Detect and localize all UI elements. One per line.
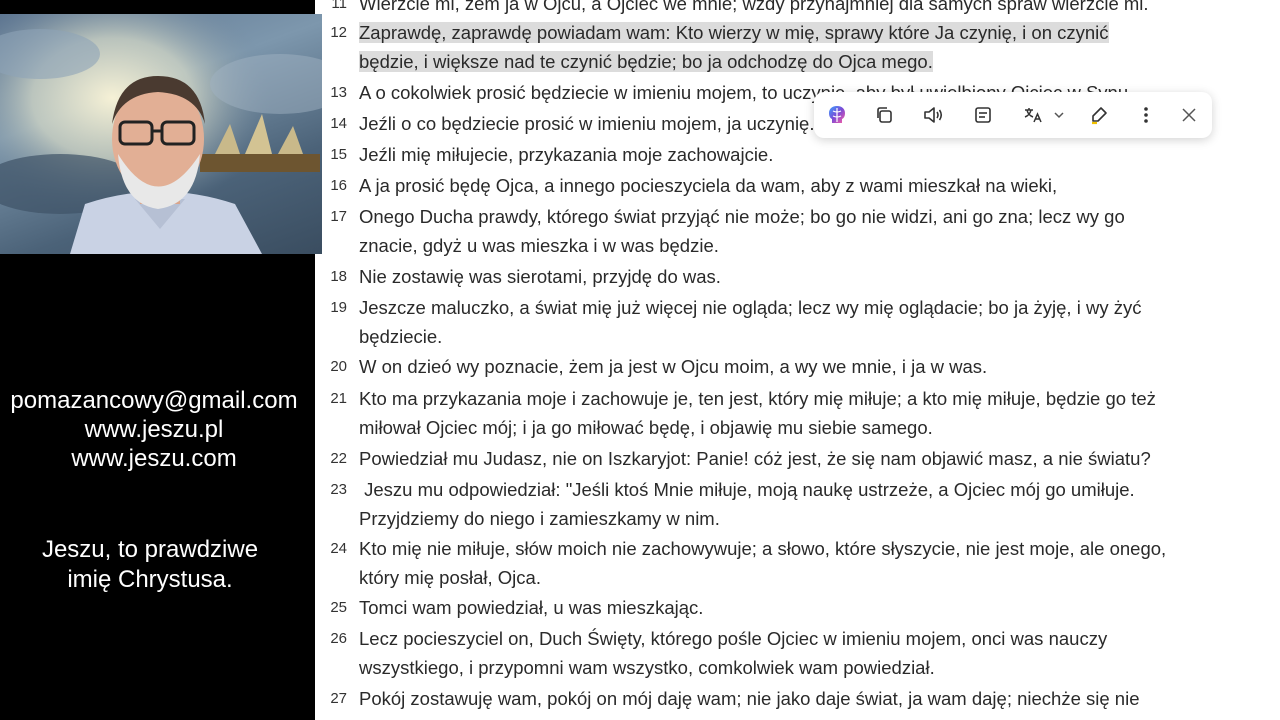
website-pl-text: www.jeszu.pl	[84, 416, 224, 443]
verse-number: 20	[330, 358, 347, 375]
close-icon[interactable]	[1177, 103, 1201, 127]
verse-text: Nie zostawię was sierotami, przyjdę do w…	[359, 266, 721, 287]
highlight-icon[interactable]	[1087, 103, 1111, 127]
verse-text: Onego Ducha prawdy, którego świat przyją…	[359, 206, 1125, 256]
verse-number: 11	[331, 0, 347, 12]
verse-number: 21	[330, 390, 347, 407]
presenter-image	[0, 14, 322, 254]
verse-text: Wierzcie mi, żem ja w Ojcu, a Ojciec we …	[359, 0, 1149, 14]
tagline-line-2: imię Chrystusa.	[67, 566, 233, 593]
verse-text: A ja prosić będę Ojca, a innego pocieszy…	[359, 175, 1058, 196]
verse-text: Kto ma przykazania moje i zachowuje je, …	[359, 388, 1156, 438]
verse-number: 17	[330, 208, 347, 225]
verse-text: Jeszcze maluczko, a świat mię już więcej…	[359, 297, 1142, 347]
verse-text: W on dzieó wy poznacie, żem ja jest w Oj…	[359, 356, 988, 377]
verse-number: 27	[330, 690, 347, 707]
verse-number: 22	[330, 450, 347, 467]
verse-number: 15	[330, 146, 347, 163]
chevron-down-icon[interactable]	[1051, 103, 1067, 127]
verse-text: Lecz pocieszyciel on, Duch Święty, które…	[359, 628, 1108, 678]
verse-text: Jeźli mię miłujecie, przykazania moje za…	[359, 144, 774, 165]
verse-number: 13	[330, 84, 347, 101]
verse-number: 12	[330, 24, 347, 41]
verse-number: 18	[330, 268, 347, 285]
verse-text: Kto mię nie miłuje, słów moich nie zacho…	[359, 538, 1167, 588]
verse-number: 14	[330, 115, 347, 132]
webcam-video	[0, 14, 322, 254]
summarize-icon[interactable]	[971, 103, 995, 127]
verse-number: 24	[330, 540, 347, 557]
tagline: Jeszu, to prawdziwe imię Chrystusa.	[0, 535, 300, 595]
email-text: pomazancowy@gmail.com	[10, 387, 298, 414]
verse-number: 26	[330, 630, 347, 647]
read-aloud-icon[interactable]	[921, 103, 945, 127]
selection-toolbar	[814, 92, 1212, 138]
verse-text: Powiedział mu Judasz, nie on Iszkaryjot:…	[359, 448, 1151, 469]
verse-text: Tomci wam powiedział, u was mieszkając.	[359, 597, 704, 618]
translate-icon[interactable]	[1021, 103, 1045, 127]
verse-number: 19	[330, 299, 347, 316]
more-icon[interactable]	[1134, 103, 1158, 127]
contact-info: pomazancowy@gmail.com www.jeszu.pl www.j…	[0, 386, 308, 473]
tagline-line-1: Jeszu, to prawdziwe	[41, 536, 259, 563]
website-com-text: www.jeszu.com	[71, 445, 237, 472]
verse-text: Pokój zostawuję wam, pokój on mój daję w…	[359, 688, 1140, 709]
verse-number: 16	[330, 177, 347, 194]
verse-number: 23	[330, 481, 347, 498]
verse-number: 25	[330, 599, 347, 616]
copy-icon[interactable]	[872, 103, 896, 127]
copilot-icon[interactable]	[825, 103, 849, 127]
verse-text: Jeszu mu odpowiedział: "Jeśli ktoś Mnie …	[359, 479, 1135, 529]
verse-text-highlighted[interactable]: Zaprawdę, zaprawdę powiadam wam: Kto wie…	[359, 19, 1239, 76]
